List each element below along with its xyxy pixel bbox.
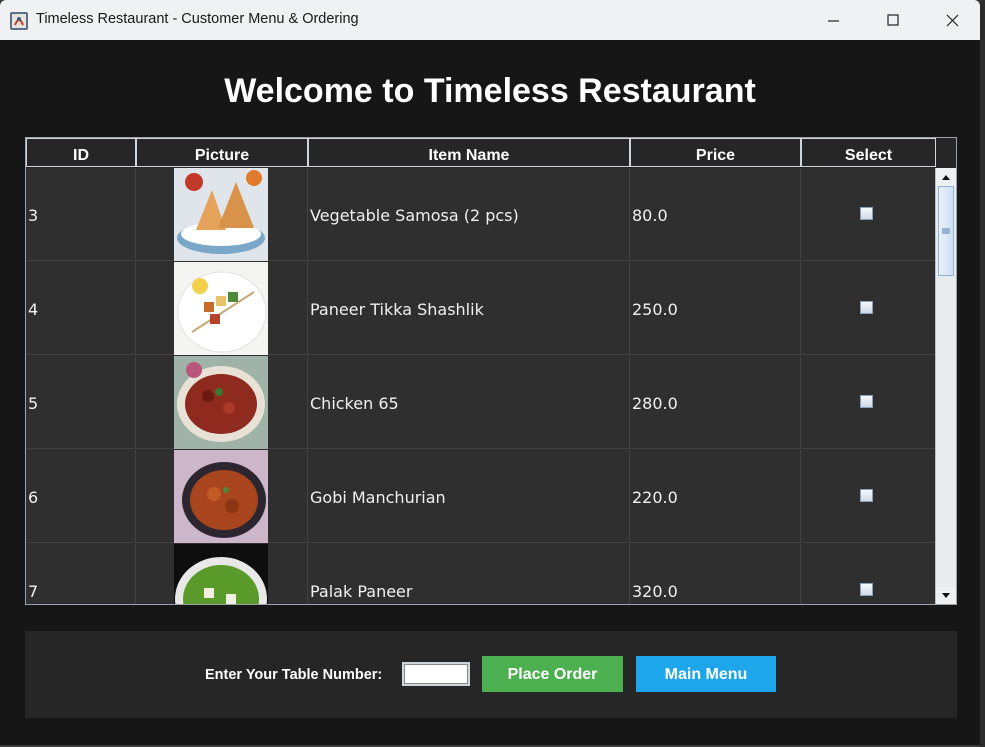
maximize-icon [887, 14, 899, 26]
cell-id: 6 [26, 450, 136, 543]
window-title: Timeless Restaurant - Customer Menu & Or… [36, 11, 359, 27]
table-body: 3 Vegetable Samosa (2 pcs) 80.0 4 Paneer… [26, 168, 935, 604]
select-checkbox[interactable] [860, 489, 873, 502]
maximize-button[interactable] [864, 0, 922, 40]
cell-price: 280.0 [630, 356, 801, 449]
item-id: 6 [28, 488, 39, 507]
column-header-select[interactable]: Select [801, 138, 936, 167]
scroll-thumb[interactable] [938, 186, 954, 276]
cell-id: 4 [26, 262, 136, 355]
close-icon [946, 14, 959, 27]
column-header-id[interactable]: ID [26, 138, 136, 167]
item-id: 7 [28, 582, 39, 601]
minimize-icon [828, 20, 839, 22]
column-header-price[interactable]: Price [630, 138, 801, 167]
cell-select [801, 168, 935, 261]
cell-picture [136, 262, 308, 355]
order-panel: Enter Your Table Number: Place Order Mai… [25, 631, 957, 718]
place-order-button[interactable]: Place Order [482, 656, 623, 692]
select-checkbox[interactable] [860, 301, 873, 314]
arrow-down-icon [942, 593, 950, 598]
table-row[interactable]: 4 Paneer Tikka Shashlik 250.0 [26, 262, 935, 355]
background-desktop-strip [980, 0, 985, 747]
cell-id: 5 [26, 356, 136, 449]
item-price: 80.0 [632, 206, 668, 225]
cell-select [801, 544, 935, 604]
cell-select [801, 262, 935, 355]
cell-price: 80.0 [630, 168, 801, 261]
item-price: 250.0 [632, 300, 678, 319]
minimize-button[interactable] [804, 0, 862, 40]
cell-price: 320.0 [630, 544, 801, 604]
main-menu-button[interactable]: Main Menu [636, 656, 776, 692]
cell-item-name: Chicken 65 [308, 356, 630, 449]
select-checkbox[interactable] [860, 583, 873, 596]
arrow-up-icon [942, 175, 950, 180]
item-price: 320.0 [632, 582, 678, 601]
cell-picture [136, 544, 308, 604]
table-row[interactable]: 3 Vegetable Samosa (2 pcs) 80.0 [26, 168, 935, 261]
cell-select [801, 450, 935, 543]
item-name: Gobi Manchurian [310, 488, 446, 507]
item-name: Vegetable Samosa (2 pcs) [310, 206, 519, 225]
cell-select [801, 356, 935, 449]
cell-item-name: Vegetable Samosa (2 pcs) [308, 168, 630, 261]
item-price: 280.0 [632, 394, 678, 413]
item-name: Chicken 65 [310, 394, 399, 413]
cell-item-name: Gobi Manchurian [308, 450, 630, 543]
cell-item-name: Paneer Tikka Shashlik [308, 262, 630, 355]
cell-price: 220.0 [630, 450, 801, 543]
item-id: 3 [28, 206, 39, 225]
table-header: ID Picture Item Name Price Select [26, 138, 956, 168]
item-price: 220.0 [632, 488, 678, 507]
table-number-input[interactable] [402, 662, 470, 686]
column-header-picture[interactable]: Picture [136, 138, 308, 167]
item-id: 5 [28, 394, 39, 413]
chicken-65-photo [174, 356, 268, 449]
cell-id: 7 [26, 544, 136, 604]
cell-picture [136, 450, 308, 543]
close-button[interactable] [922, 0, 980, 40]
palak-paneer-photo [174, 544, 268, 604]
paneer-tikka-photo [174, 262, 268, 355]
menu-table: ID Picture Item Name Price Select 3 Vege… [25, 137, 957, 605]
gobi-manchurian-photo [174, 450, 268, 543]
scroll-down-button[interactable] [936, 587, 956, 604]
grip-icon [942, 228, 950, 234]
java-app-icon [10, 12, 28, 30]
page-heading: Welcome to Timeless Restaurant [224, 72, 756, 110]
cell-id: 3 [26, 168, 136, 261]
table-row[interactable]: 5 Chicken 65 280.0 [26, 356, 935, 449]
cell-picture [136, 356, 308, 449]
cell-picture [136, 168, 308, 261]
column-header-item-name[interactable]: Item Name [308, 138, 630, 167]
scroll-up-button[interactable] [936, 168, 956, 186]
samosa-photo [174, 168, 268, 261]
item-name: Paneer Tikka Shashlik [310, 300, 484, 319]
table-number-label: Enter Your Table Number: [205, 667, 383, 683]
table-row[interactable]: 7 Palak Paneer 320.0 [26, 544, 935, 604]
cell-price: 250.0 [630, 262, 801, 355]
item-name: Palak Paneer [310, 582, 413, 601]
select-checkbox[interactable] [860, 395, 873, 408]
app-window: Timeless Restaurant - Customer Menu & Or… [0, 0, 980, 745]
table-row[interactable]: 6 Gobi Manchurian 220.0 [26, 450, 935, 543]
title-bar: Timeless Restaurant - Customer Menu & Or… [0, 0, 980, 40]
vertical-scrollbar[interactable] [935, 168, 956, 604]
select-checkbox[interactable] [860, 207, 873, 220]
cell-item-name: Palak Paneer [308, 544, 630, 604]
item-id: 4 [28, 300, 39, 319]
